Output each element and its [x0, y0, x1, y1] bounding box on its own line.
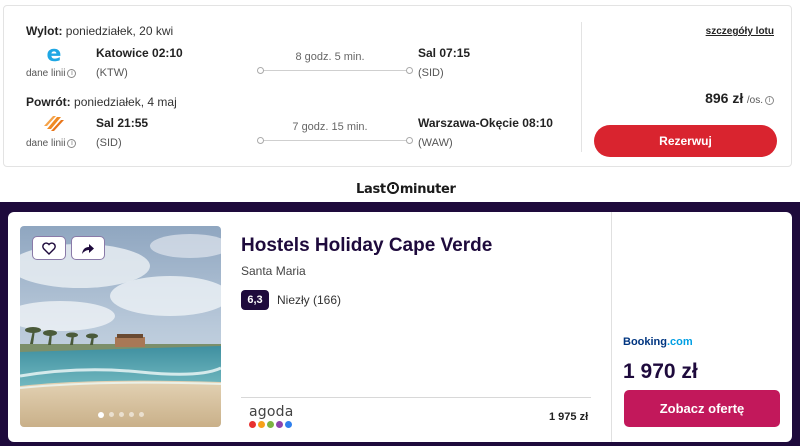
agoda-price[interactable]: 1 975 zł [549, 411, 588, 423]
photo-dot[interactable] [128, 412, 134, 417]
heart-icon [42, 241, 56, 255]
booking-suffix: .com [667, 336, 693, 348]
svg-text:e: e [47, 44, 62, 64]
hotel-name[interactable]: Hostels Holiday Cape Verde [241, 235, 492, 257]
reserve-button[interactable]: Rezerwuj [594, 125, 777, 157]
clock-icon [386, 182, 399, 194]
hotel-photo[interactable] [20, 226, 221, 427]
return-from: Sal 21:55 [96, 116, 149, 130]
outbound-from: Katowice 02:10 [96, 46, 183, 60]
rating-badge: 6,3 [241, 290, 269, 310]
outbound-airline-sub: dane linii [26, 68, 66, 79]
airline-stripes-logo-icon [26, 114, 82, 137]
flight-price-unit: /os. [746, 95, 763, 106]
share-button[interactable] [71, 236, 105, 260]
photo-dot[interactable] [108, 412, 114, 417]
booking-logo: Booking.com [623, 336, 693, 348]
return-label: Powrót: [26, 95, 71, 109]
outbound-duration: 8 godz. 5 min. [295, 51, 365, 63]
return-route-line [257, 137, 413, 144]
agoda-dots-icon [249, 421, 294, 428]
outbound-to: Sal 07:15 [418, 46, 471, 60]
return-date: poniedziałek, 4 maj [74, 95, 177, 109]
hotel-location: Santa Maria [241, 264, 306, 278]
flight-details-link[interactable]: szczegóły lotu [706, 26, 774, 37]
brand-part1: Last [356, 182, 386, 197]
outbound-route-line [257, 67, 413, 74]
info-icon[interactable]: i [765, 96, 774, 105]
share-arrow-icon [82, 243, 94, 254]
outbound-to-code: (SID) [418, 67, 444, 79]
return-to: Warszawa-Okęcie 08:10 [418, 116, 553, 130]
outbound-airline-info[interactable]: dane linii i [26, 68, 77, 79]
return-to-code: (WAW) [418, 137, 453, 149]
brand-part2: minuter [399, 182, 456, 197]
hotel-card: Hostels Holiday Cape Verde Santa Maria 6… [8, 212, 792, 442]
flight-price: 896 zł /os. i [705, 90, 774, 106]
return-duration: 7 godz. 15 min. [292, 121, 368, 133]
favorite-button[interactable] [32, 236, 66, 260]
outbound-date: poniedziałek, 20 kwi [65, 24, 174, 38]
return-header: Powrót: poniedziałek, 4 maj [26, 95, 177, 109]
flight-card: Wylot: poniedziałek, 20 kwi e dane linii… [3, 5, 792, 167]
hotel-price: 1 970 zł [623, 360, 698, 383]
info-icon[interactable]: i [67, 139, 77, 148]
photo-dot[interactable] [118, 412, 124, 417]
info-icon[interactable]: i [67, 69, 77, 78]
agoda-wordmark: agoda [249, 404, 294, 420]
outbound-label: Wylot: [26, 24, 63, 38]
return-from-code: (SID) [96, 137, 122, 149]
photo-dot[interactable] [138, 412, 144, 417]
price-divider [611, 212, 612, 442]
hotel-section: Hostels Holiday Cape Verde Santa Maria 6… [0, 202, 800, 446]
agoda-logo[interactable]: agoda [249, 404, 294, 428]
airline-e-logo-icon: e [26, 42, 82, 69]
outbound-header: Wylot: poniedziałek, 20 kwi [26, 24, 173, 38]
rating-text: Niezły (166) [277, 293, 342, 307]
return-airline-info[interactable]: dane linii i [26, 138, 77, 149]
photo-pagination[interactable] [20, 412, 221, 418]
see-offer-button[interactable]: Zobacz ofertę [624, 390, 780, 427]
return-airline-sub: dane linii [26, 138, 66, 149]
photo-dot[interactable] [97, 412, 104, 418]
partner-divider [241, 397, 591, 398]
outbound-from-code: (KTW) [96, 67, 128, 79]
booking-name: Booking [623, 336, 667, 348]
flight-price-value: 896 zł [705, 90, 744, 106]
lastminuter-logo: Last minuter [356, 182, 456, 197]
flight-divider [581, 22, 582, 152]
